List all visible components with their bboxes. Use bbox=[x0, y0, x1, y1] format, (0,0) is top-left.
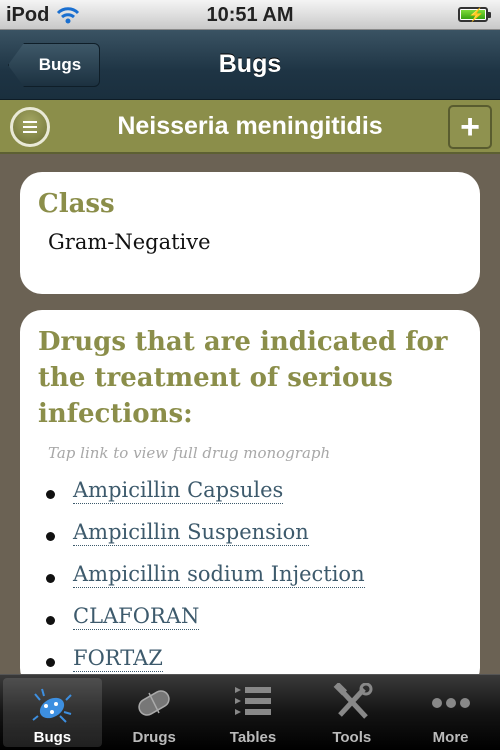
navigation-bar: Bugs Bugs bbox=[0, 30, 500, 100]
bug-title: Neisseria meningitidis bbox=[117, 112, 383, 140]
list-item: Ampicillin sodium Injection bbox=[38, 562, 462, 604]
bug-header: Neisseria meningitidis + bbox=[0, 100, 500, 154]
tab-label-drugs: Drugs bbox=[132, 729, 176, 746]
tab-bugs[interactable]: Bugs bbox=[3, 678, 102, 747]
tab-tables[interactable]: Tables bbox=[204, 675, 303, 750]
tab-label-bugs: Bugs bbox=[33, 729, 72, 746]
add-button[interactable]: + bbox=[448, 105, 492, 149]
class-heading: Class bbox=[38, 189, 115, 219]
tools-icon bbox=[333, 683, 373, 719]
tab-bar: Bugs Drugs Tables Tools More bbox=[0, 674, 500, 750]
drug-link-ampicillin-suspension[interactable]: Ampicillin Suspension bbox=[73, 520, 309, 546]
class-value: Gram-Negative bbox=[48, 230, 211, 254]
tab-tools[interactable]: Tools bbox=[302, 675, 401, 750]
bug-icon bbox=[32, 688, 73, 723]
drug-link-fortaz[interactable]: FORTAZ bbox=[73, 646, 163, 672]
drugs-card: Drugs that are indicated for the treatme… bbox=[20, 310, 480, 690]
list-item: CLAFORAN bbox=[38, 604, 462, 646]
drug-link-ampicillin-capsules[interactable]: Ampicillin Capsules bbox=[73, 478, 284, 504]
tab-drugs[interactable]: Drugs bbox=[105, 675, 204, 750]
drug-link-ampicillin-sodium-injection[interactable]: Ampicillin sodium Injection bbox=[73, 562, 365, 588]
drugs-heading: Drugs that are indicated for the treatme… bbox=[38, 327, 448, 429]
list-item: Ampicillin Capsules bbox=[38, 478, 462, 520]
clock: 10:51 AM bbox=[206, 4, 294, 26]
tab-more[interactable]: More bbox=[401, 675, 500, 750]
tab-label-more: More bbox=[432, 729, 469, 746]
drugs-hint: Tap link to view full drug monograph bbox=[48, 444, 331, 462]
class-card: Class Gram-Negative bbox=[20, 172, 480, 294]
tab-label-tables: Tables bbox=[229, 729, 277, 746]
list-item: Ampicillin Suspension bbox=[38, 520, 462, 562]
list-icon bbox=[234, 687, 271, 715]
pill-icon bbox=[138, 690, 170, 716]
tab-label-tools: Tools bbox=[332, 729, 372, 746]
drug-list: Ampicillin Capsules Ampicillin Suspensio… bbox=[38, 478, 462, 688]
more-icon bbox=[431, 698, 470, 708]
battery-icon: ⚡ bbox=[458, 7, 491, 22]
drug-link-claforan[interactable]: CLAFORAN bbox=[73, 604, 200, 630]
nav-title: Bugs bbox=[218, 50, 282, 78]
status-bar: iPod 10:51 AM ⚡ bbox=[0, 0, 500, 30]
